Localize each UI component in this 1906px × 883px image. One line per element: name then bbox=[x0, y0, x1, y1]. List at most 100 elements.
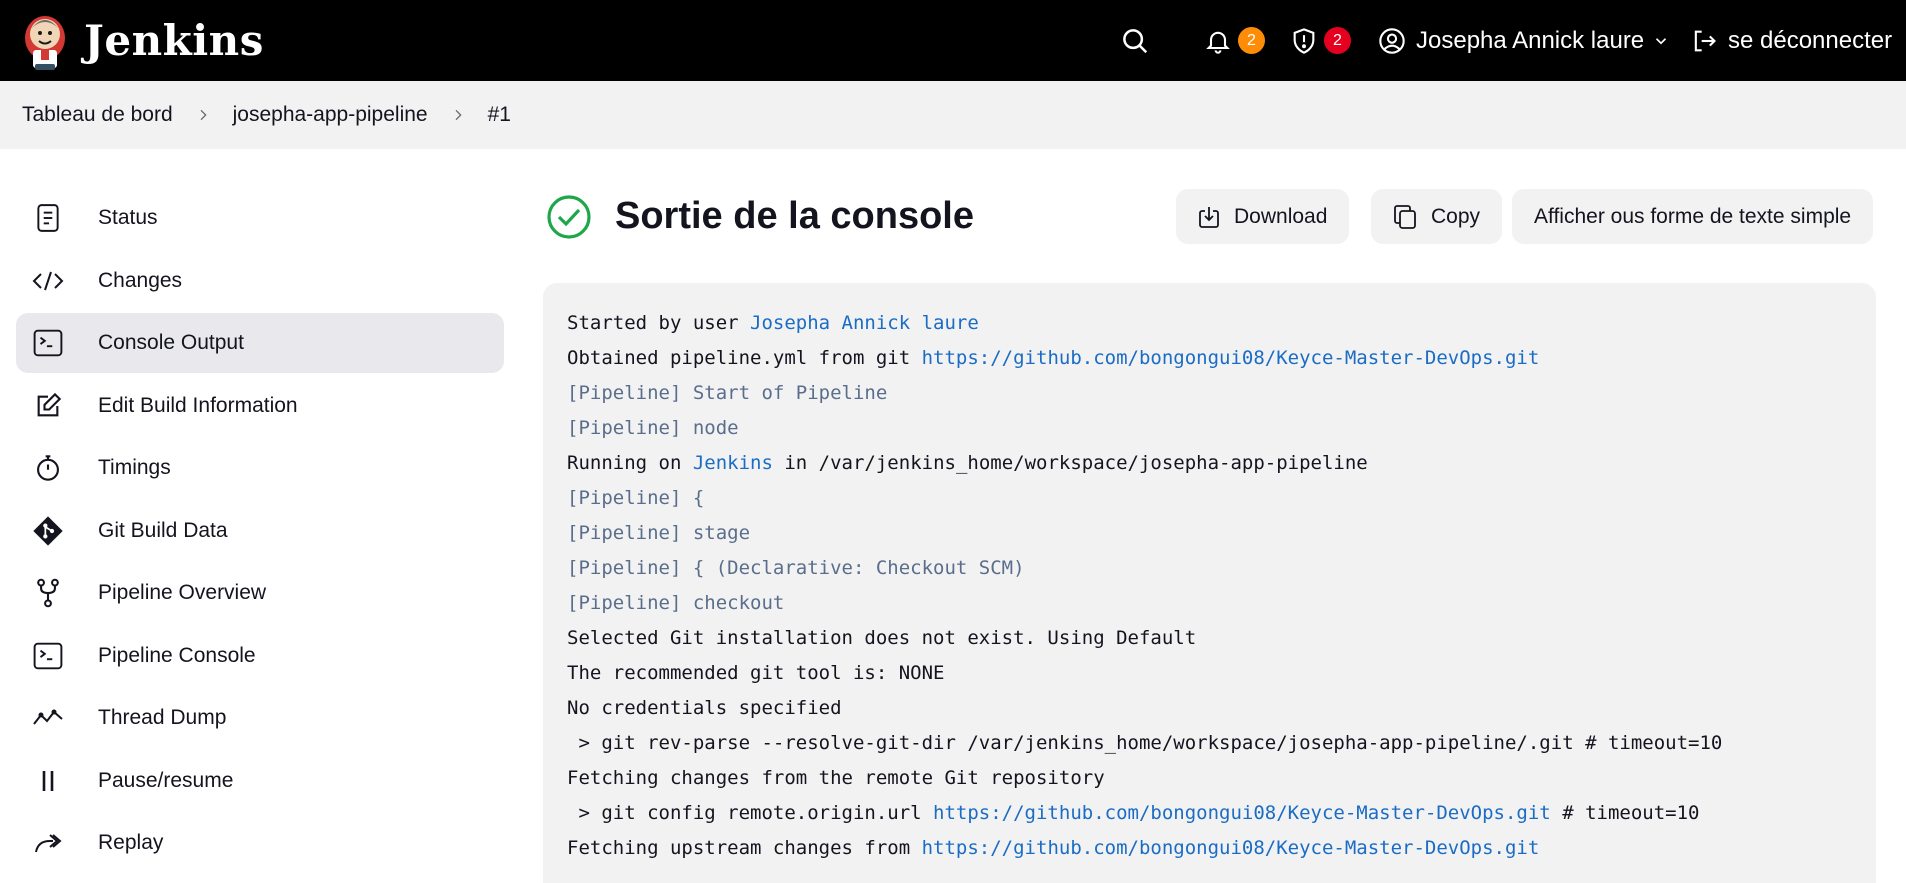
console-link[interactable]: https://github.com/bongongui08/Keyce-Mas… bbox=[922, 837, 1540, 859]
console-output: Started by user Josepha Annick laure Obta… bbox=[543, 283, 1876, 883]
branch-icon bbox=[37, 578, 59, 608]
sidebar-item-status[interactable]: Status bbox=[16, 188, 504, 248]
edit-icon bbox=[37, 392, 62, 416]
success-check-icon bbox=[547, 195, 591, 239]
sidebar-item-replay[interactable]: Replay bbox=[16, 813, 504, 873]
sidebar-item-label: Edit Build Information bbox=[98, 393, 298, 417]
notifications-button[interactable]: 2 bbox=[1204, 0, 1265, 81]
brand-name: Jenkins bbox=[84, 15, 264, 65]
logout-link[interactable]: se déconnecter bbox=[1690, 0, 1892, 81]
sidebar-item-timings[interactable]: Timings bbox=[16, 438, 504, 498]
plain-text-label: Afficher ous forme de texte simple bbox=[1534, 204, 1852, 228]
sidebar-item-pause-resume[interactable]: Pause/resume bbox=[16, 751, 504, 811]
console-link[interactable]: Jenkins bbox=[693, 452, 773, 474]
console-line: [Pipeline] node bbox=[567, 411, 1852, 446]
sidebar-item-console-output[interactable]: Console Output bbox=[16, 313, 504, 373]
security-button[interactable]: 2 bbox=[1290, 0, 1351, 81]
console-text: Started by user bbox=[567, 312, 751, 334]
user-menu[interactable]: Josepha Annick laure bbox=[1378, 0, 1670, 81]
sidebar-item-edit-build-information[interactable]: Edit Build Information bbox=[16, 376, 504, 436]
console-line: Fetching changes from the remote Git rep… bbox=[567, 761, 1852, 796]
breadcrumb-item-build[interactable]: #1 bbox=[488, 103, 511, 127]
console-text: > git rev-parse --resolve-git-dir /var/j… bbox=[567, 732, 1723, 754]
notifications-badge: 2 bbox=[1238, 27, 1265, 54]
logout-icon bbox=[1694, 30, 1716, 51]
sidebar-item-git-build-data[interactable]: Git Build Data bbox=[16, 501, 504, 561]
sidebar-item-changes[interactable]: Changes bbox=[16, 251, 504, 311]
search-button[interactable] bbox=[1120, 0, 1150, 81]
console-text: Fetching changes from the remote Git rep… bbox=[567, 767, 1105, 789]
copy-icon bbox=[1394, 204, 1416, 229]
terminal-icon bbox=[33, 642, 63, 669]
bell-icon bbox=[1206, 31, 1230, 54]
chevron-right-icon bbox=[450, 107, 466, 123]
console-text: [Pipeline] { (Declarative: Checkout SCM) bbox=[567, 557, 1025, 579]
console-line: [Pipeline] { (Declarative: Checkout SCM) bbox=[567, 551, 1852, 586]
console-line: [Pipeline] stage bbox=[567, 516, 1852, 551]
console-link[interactable]: https://github.com/bongongui08/Keyce-Mas… bbox=[933, 802, 1551, 824]
download-button[interactable]: Download bbox=[1176, 189, 1350, 244]
console-text: in /var/jenkins_home/workspace/josepha-a… bbox=[772, 452, 1368, 474]
sidebar-item-pipeline-console[interactable]: Pipeline Console bbox=[16, 626, 504, 686]
stopwatch-icon bbox=[37, 455, 59, 481]
console-text: # timeout=10 bbox=[1550, 802, 1700, 824]
console-text: Selected Git installation does not exist… bbox=[567, 627, 1197, 649]
console-line: > git rev-parse --resolve-git-dir /var/j… bbox=[567, 726, 1852, 761]
sidebar-item-label: Thread Dump bbox=[98, 706, 227, 729]
download-icon bbox=[1199, 206, 1219, 228]
console-line: [Pipeline] { bbox=[567, 481, 1852, 516]
logout-label: se déconnecter bbox=[1728, 26, 1893, 54]
sidebar-item-label: Changes bbox=[98, 268, 183, 292]
user-icon bbox=[1379, 27, 1405, 54]
console-text: [Pipeline] node bbox=[567, 417, 739, 439]
sidebar-item-thread-dump[interactable]: Thread Dump bbox=[16, 688, 504, 748]
copy-button[interactable]: Copy bbox=[1371, 189, 1503, 244]
pause-icon bbox=[42, 770, 54, 791]
breadcrumb-item-dashboard[interactable]: Tableau de bord bbox=[22, 103, 173, 127]
replay-icon bbox=[35, 834, 62, 853]
copy-label: Copy bbox=[1431, 204, 1481, 228]
breadcrumb-item-job[interactable]: josepha-app-pipeline bbox=[233, 103, 428, 127]
console-link[interactable]: Josepha Annick laure bbox=[750, 312, 979, 334]
console-text: [Pipeline] { bbox=[567, 487, 705, 509]
sidebar-item-label: Timings bbox=[98, 456, 171, 479]
download-label: Download bbox=[1234, 204, 1328, 228]
console-text: [Pipeline] stage bbox=[567, 522, 751, 544]
sidebar-item-label: Console Output bbox=[98, 331, 244, 354]
console-text: Running on bbox=[567, 452, 693, 474]
console-line: No credentials specified bbox=[567, 691, 1852, 726]
console-text: [Pipeline] Start of Pipeline bbox=[567, 382, 888, 404]
console-text: [Pipeline] checkout bbox=[567, 592, 785, 614]
console-text: > git config remote.origin.url bbox=[567, 802, 934, 824]
console-line: Fetching upstream changes from https://g… bbox=[567, 831, 1852, 866]
sidebar-item-label: Git Build Data bbox=[98, 518, 228, 542]
console-line: [Pipeline] checkout bbox=[567, 586, 1852, 621]
chevron-down-icon bbox=[1656, 37, 1667, 44]
document-icon bbox=[37, 204, 59, 232]
chevron-right-icon bbox=[195, 107, 211, 123]
console-header: Sortie de la console Download Copy Affic… bbox=[542, 186, 1876, 246]
activity-icon bbox=[33, 709, 63, 725]
console-line: [Pipeline] Start of Pipeline bbox=[567, 376, 1852, 411]
console-line: Started by user Josepha Annick laure bbox=[567, 306, 1852, 341]
sidebar-item-label: Replay bbox=[98, 831, 164, 854]
sidebar: Status Changes Console Output Edit Build… bbox=[16, 188, 504, 876]
sidebar-item-label: Pipeline Overview bbox=[98, 581, 267, 604]
code-icon bbox=[32, 271, 64, 290]
console-line: The recommended git tool is: NONE bbox=[567, 656, 1852, 691]
console-line: Obtained pipeline.yml from git https://g… bbox=[567, 341, 1852, 376]
search-icon bbox=[1123, 28, 1148, 53]
page-title: Sortie de la console bbox=[615, 195, 974, 237]
terminal-icon bbox=[33, 329, 63, 357]
jenkins-logo-icon bbox=[25, 16, 65, 70]
security-badge: 2 bbox=[1324, 27, 1351, 54]
console-line: Selected Git installation does not exist… bbox=[567, 621, 1852, 656]
jenkins-home-link[interactable]: Jenkins bbox=[20, 8, 264, 72]
plain-text-button[interactable]: Afficher ous forme de texte simple bbox=[1512, 189, 1874, 244]
top-header: Jenkins 2 2 Josepha Annick laure se déco… bbox=[0, 0, 1906, 81]
console-text: Fetching upstream changes from bbox=[567, 837, 922, 859]
sidebar-item-pipeline-overview[interactable]: Pipeline Overview bbox=[16, 563, 504, 623]
sidebar-item-label: Status bbox=[98, 206, 158, 229]
user-name: Josepha Annick laure bbox=[1416, 26, 1645, 54]
console-link[interactable]: https://github.com/bongongui08/Keyce-Mas… bbox=[922, 347, 1540, 369]
